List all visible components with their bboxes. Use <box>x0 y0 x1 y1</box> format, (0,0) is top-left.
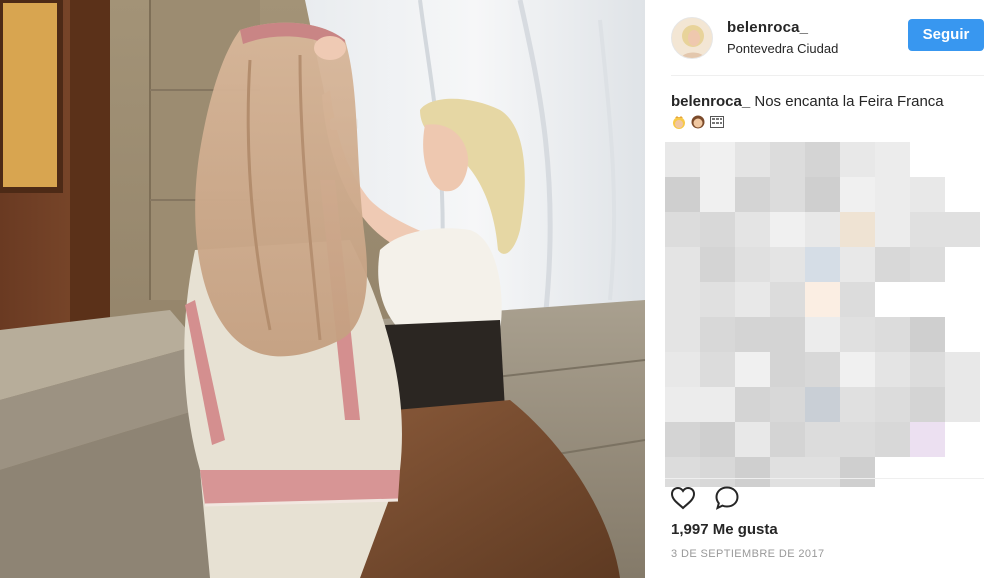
follow-button[interactable]: Seguir <box>908 18 984 51</box>
likes-count[interactable]: 1,997 Me gusta <box>671 521 778 538</box>
caption-username[interactable]: belenroca_ <box>671 93 750 110</box>
post-caption: belenroca_ Nos encanta la Feira Franca <box>671 92 984 131</box>
bottle-label-emoji-icon <box>709 114 725 130</box>
post-photo <box>0 0 645 578</box>
post-location[interactable]: Pontevedra Ciudad <box>727 41 908 56</box>
caption-emojis <box>671 113 984 131</box>
photo-illustration <box>0 0 645 578</box>
instagram-post: belenroca_ Pontevedra Ciudad Seguir bele… <box>0 0 1000 578</box>
speech-bubble-icon[interactable] <box>714 485 740 516</box>
caption-text: Nos encanta la Feira Franca <box>750 93 944 110</box>
heart-outline-icon[interactable] <box>670 486 696 515</box>
actions-divider <box>665 478 984 479</box>
avatar-image <box>672 17 712 58</box>
avatar[interactable] <box>671 16 713 59</box>
post-date[interactable]: 3 DE SEPTIEMBRE DE 2017 <box>671 548 824 560</box>
post-header: belenroca_ Pontevedra Ciudad Seguir <box>671 0 984 76</box>
person-emoji-icon <box>690 114 706 130</box>
blurred-comments <box>665 142 980 487</box>
princess-emoji-icon <box>671 114 687 130</box>
post-username[interactable]: belenroca_ <box>727 19 908 36</box>
post-actions <box>670 485 740 516</box>
